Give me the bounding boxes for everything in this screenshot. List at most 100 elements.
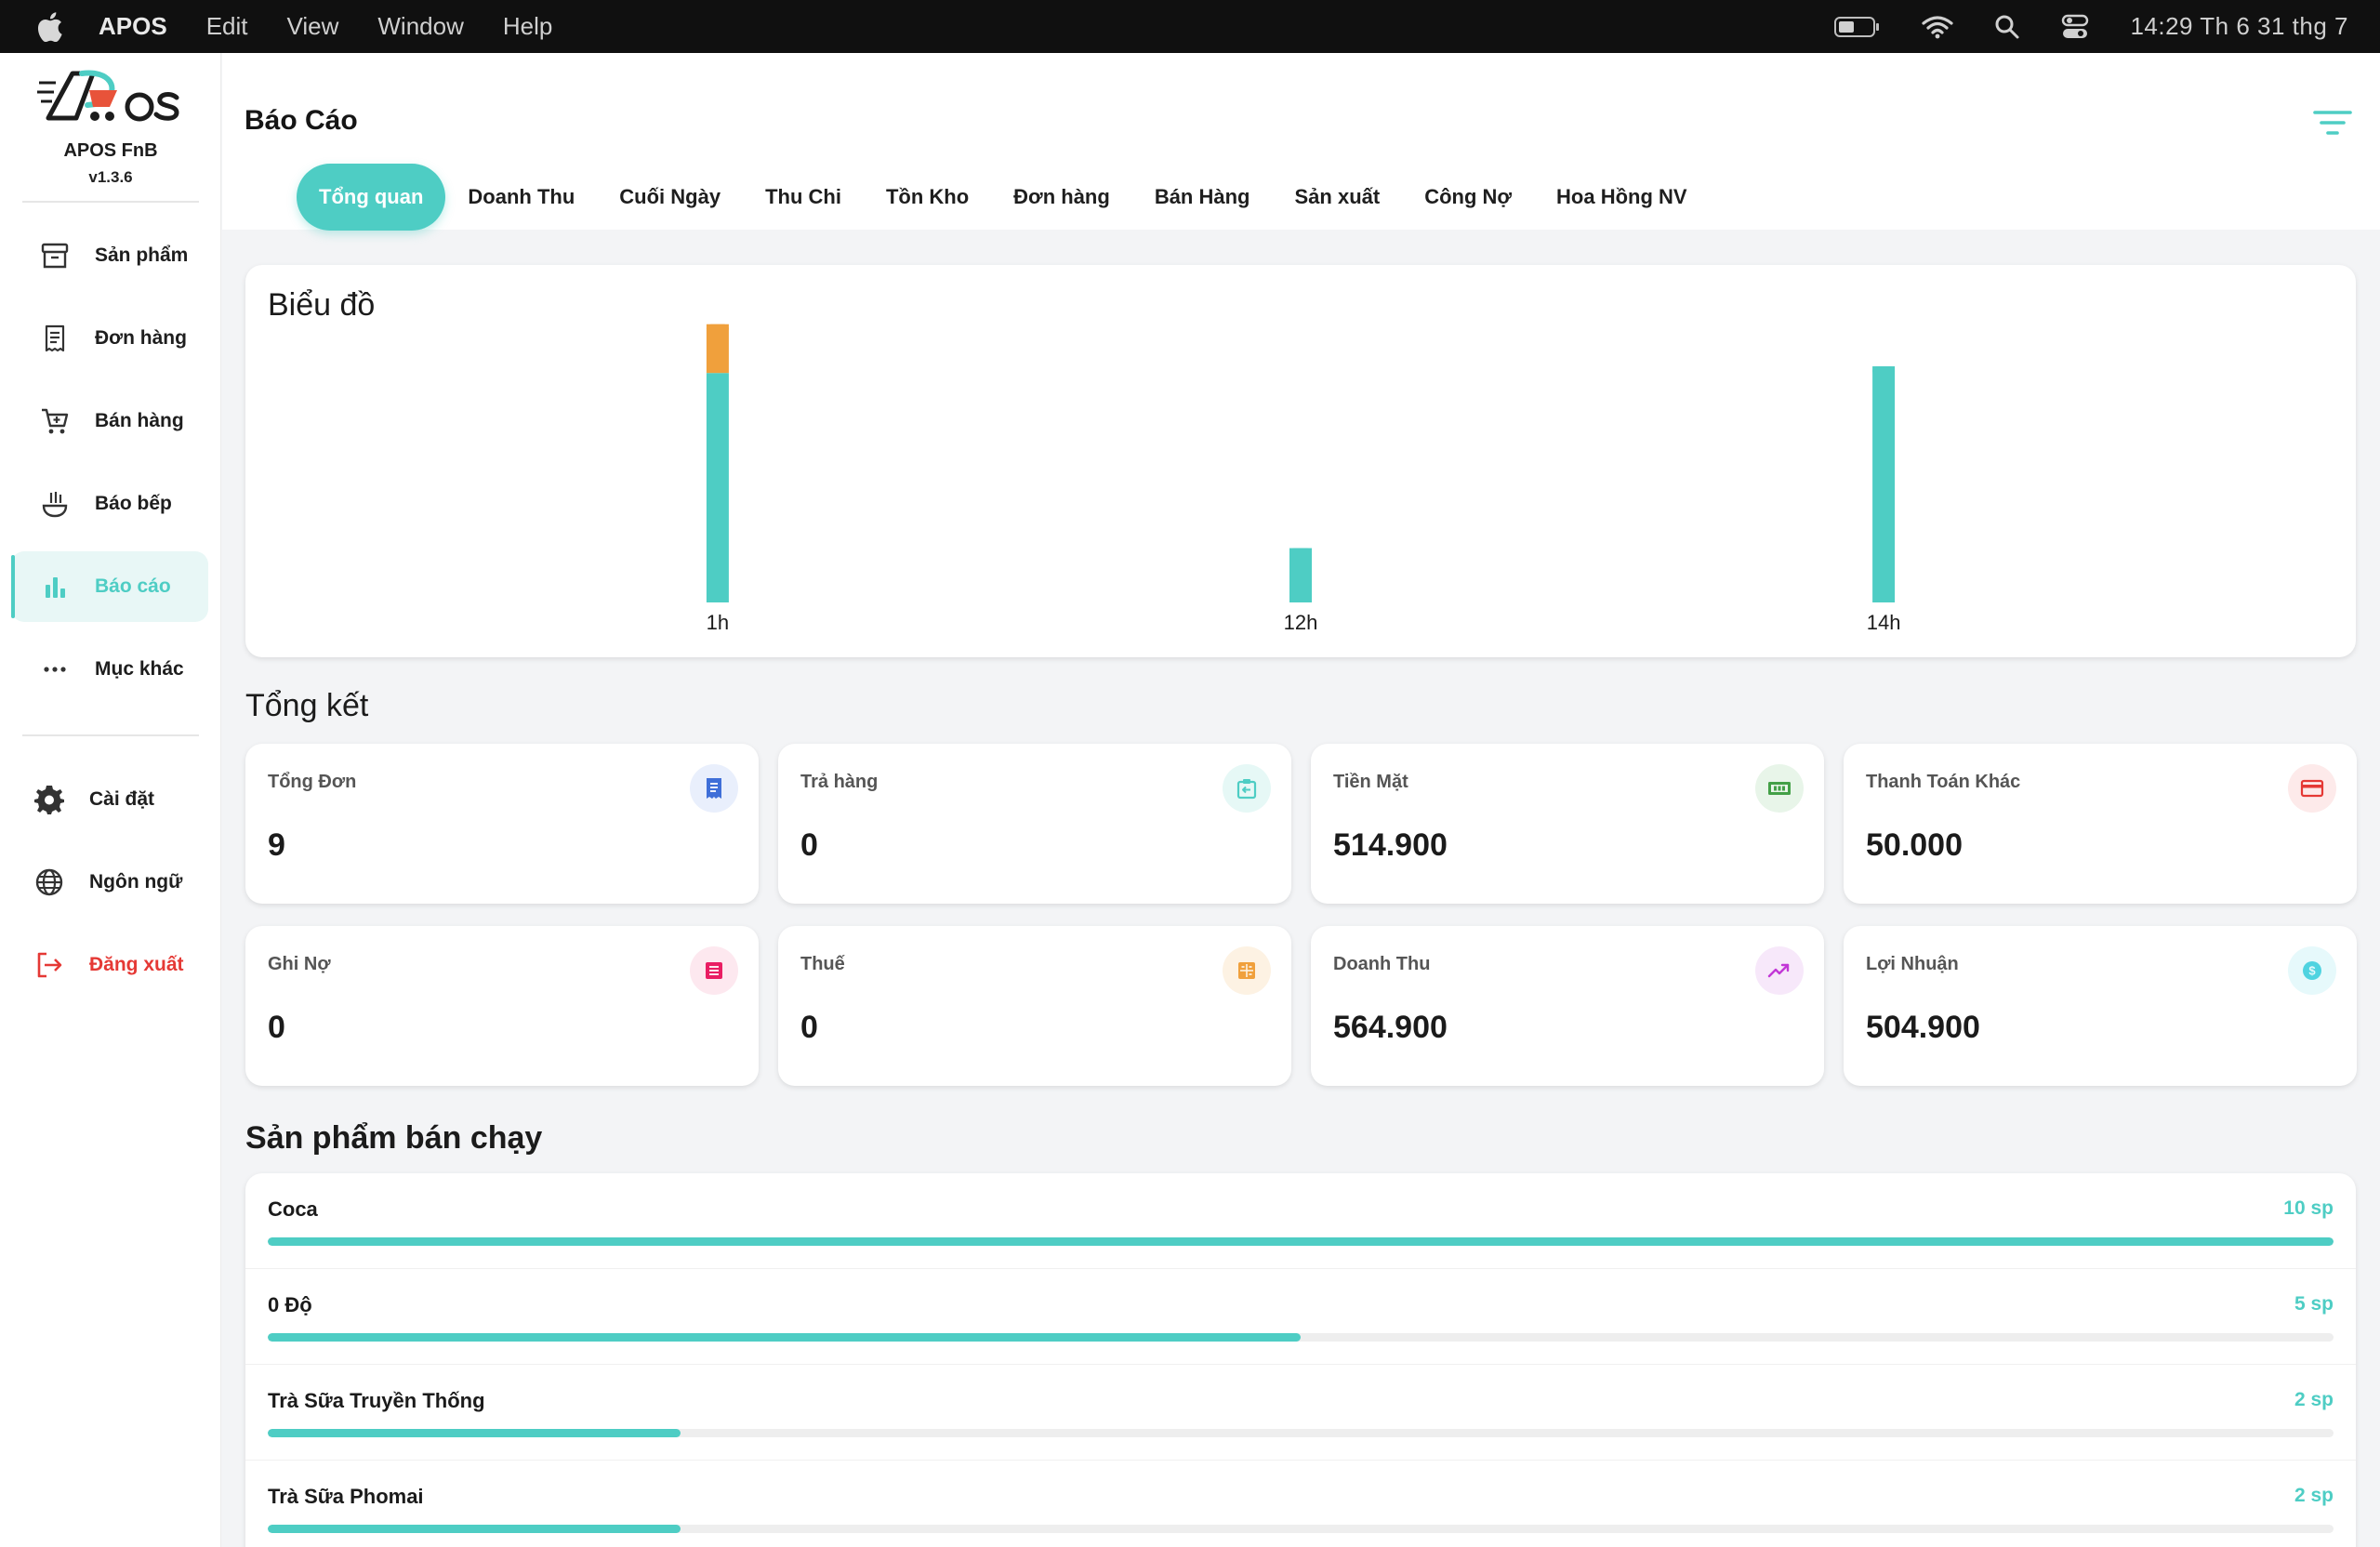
sidebar-item-products[interactable]: Sản phẩm bbox=[11, 220, 208, 291]
progress-track bbox=[268, 1429, 2334, 1437]
cash-icon bbox=[1755, 764, 1804, 813]
control-center-icon[interactable] bbox=[2061, 14, 2089, 40]
product-quantity: 2 sp bbox=[2294, 1485, 2334, 1506]
product-name: Coca bbox=[268, 1197, 318, 1221]
progress-fill bbox=[268, 1429, 681, 1437]
tab-inventory[interactable]: Tồn Kho bbox=[864, 164, 991, 231]
clock[interactable]: 14:29 Th 6 31 thg 7 bbox=[2130, 12, 2348, 41]
tax-icon bbox=[1223, 946, 1271, 995]
sidebar-item-label: Đăng xuất bbox=[89, 954, 184, 975]
x-tick-label: 12h bbox=[1284, 611, 1318, 634]
stat-card-profit[interactable]: Lợi Nhuận 504.900 $ bbox=[1844, 926, 2357, 1086]
sidebar-item-language[interactable]: Ngôn ngữ bbox=[11, 847, 208, 918]
stat-card-tax[interactable]: Thuế 0 bbox=[778, 926, 1291, 1086]
hourly-bar-chart: 1h 12h 14h bbox=[706, 324, 1900, 634]
stat-value: 504.900 bbox=[1866, 1010, 1980, 1045]
sidebar-item-label: Sản phẩm bbox=[95, 245, 189, 266]
list-item[interactable]: 0 Độ 5 sp bbox=[245, 1269, 2356, 1365]
product-name: 0 Độ bbox=[268, 1293, 312, 1316]
tab-sales[interactable]: Bán Hàng bbox=[1132, 164, 1273, 231]
app-version: v1.3.6 bbox=[88, 168, 133, 186]
system-menu-bar: APOS Edit View Window Help 14:29 Th 6 31… bbox=[0, 0, 2380, 53]
coin-icon: $ bbox=[2288, 946, 2336, 995]
best-sellers-title: Sản phẩm bán chạy bbox=[245, 1120, 543, 1156]
menu-view[interactable]: View bbox=[287, 12, 339, 41]
sidebar: APOS FnB v1.3.6 Sản phẩm Đơn hàng Bán hà… bbox=[0, 53, 221, 1547]
brand-name: APOS FnB bbox=[63, 140, 158, 161]
page-title: Báo Cáo bbox=[245, 105, 358, 136]
report-header: Báo Cáo Tổng quan Doanh Thu Cuối Ngày Th… bbox=[222, 53, 2380, 231]
spotlight-search-icon[interactable] bbox=[1994, 14, 2020, 40]
sidebar-divider bbox=[22, 201, 199, 203]
progress-fill bbox=[268, 1525, 681, 1533]
menu-edit[interactable]: Edit bbox=[206, 12, 248, 41]
chart-bar-1h-series-0[interactable] bbox=[706, 373, 729, 602]
filter-icon[interactable] bbox=[2313, 107, 2352, 139]
sidebar-item-settings[interactable]: Cài đặt bbox=[11, 764, 208, 835]
globe-icon bbox=[33, 866, 65, 898]
stat-value: 514.900 bbox=[1333, 827, 1448, 863]
chart-bar-cap-12h bbox=[1289, 548, 1312, 558]
more-icon bbox=[39, 654, 71, 685]
sidebar-item-reports[interactable]: Báo cáo bbox=[11, 551, 208, 622]
tab-production[interactable]: Sản xuất bbox=[1273, 164, 1403, 231]
summary-title: Tổng kết bbox=[245, 688, 369, 723]
stat-value: 0 bbox=[268, 1010, 285, 1045]
tab-commission[interactable]: Hoa Hồng NV bbox=[1534, 164, 1710, 231]
sidebar-item-label: Ngôn ngữ bbox=[89, 871, 183, 892]
receipt-icon bbox=[690, 764, 738, 813]
progress-fill bbox=[268, 1333, 1301, 1342]
bar-chart-icon bbox=[39, 571, 71, 602]
stat-card-total-orders[interactable]: Tổng Đơn 9 bbox=[245, 744, 759, 904]
product-quantity: 10 sp bbox=[2283, 1197, 2334, 1219]
stat-label: Trả hàng bbox=[800, 772, 879, 792]
tab-income-expense[interactable]: Thu Chi bbox=[743, 164, 864, 231]
stat-card-revenue[interactable]: Doanh Thu 564.900 bbox=[1311, 926, 1824, 1086]
stat-card-debt[interactable]: Ghi Nợ 0 bbox=[245, 926, 759, 1086]
cart-icon bbox=[39, 405, 71, 437]
wifi-icon[interactable] bbox=[1922, 15, 1954, 39]
list-item[interactable]: Coca 10 sp bbox=[245, 1173, 2356, 1269]
product-quantity: 5 sp bbox=[2294, 1293, 2334, 1315]
tab-overview[interactable]: Tổng quan bbox=[297, 164, 446, 231]
sidebar-item-orders[interactable]: Đơn hàng bbox=[11, 303, 208, 374]
stat-value: 0 bbox=[800, 1010, 818, 1045]
list-item[interactable]: Trà Sữa Truyền Thống 2 sp bbox=[245, 1365, 2356, 1461]
apple-logo-icon[interactable] bbox=[35, 11, 63, 42]
app-menu[interactable]: APOS bbox=[99, 12, 167, 41]
chart-bar-14h-series-0[interactable] bbox=[1872, 366, 1896, 602]
chart-bar-cap-1h bbox=[706, 324, 729, 334]
x-tick-label: 1h bbox=[707, 611, 729, 634]
gear-icon bbox=[33, 784, 65, 815]
tab-debts[interactable]: Công Nợ bbox=[1402, 164, 1534, 231]
product-name: Trà Sữa Phomai bbox=[268, 1485, 424, 1508]
archive-icon bbox=[39, 240, 71, 271]
progress-track bbox=[268, 1237, 2334, 1246]
sidebar-item-label: Báo bếp bbox=[95, 493, 172, 514]
sidebar-item-more[interactable]: Mục khác bbox=[11, 634, 208, 705]
sidebar-item-logout[interactable]: Đăng xuất bbox=[11, 930, 208, 1000]
battery-icon[interactable] bbox=[1834, 16, 1881, 38]
sidebar-item-label: Cài đặt bbox=[89, 788, 155, 810]
menu-help[interactable]: Help bbox=[503, 12, 552, 41]
sidebar-item-sales[interactable]: Bán hàng bbox=[11, 386, 208, 456]
stat-value: 50.000 bbox=[1866, 827, 1963, 863]
debt-note-icon bbox=[690, 946, 738, 995]
list-item[interactable]: Trà Sữa Phomai 2 sp bbox=[245, 1461, 2356, 1547]
product-name: Trà Sữa Truyền Thống bbox=[268, 1389, 485, 1412]
tab-end-of-day[interactable]: Cuối Ngày bbox=[597, 164, 743, 231]
menu-window[interactable]: Window bbox=[377, 12, 463, 41]
report-tabs: Tổng quan Doanh Thu Cuối Ngày Thu Chi Tồ… bbox=[297, 163, 1710, 231]
sidebar-item-label: Báo cáo bbox=[95, 575, 171, 597]
sidebar-item-label: Bán hàng bbox=[95, 410, 184, 431]
progress-track bbox=[268, 1333, 2334, 1342]
sidebar-item-kitchen[interactable]: Báo bếp bbox=[11, 469, 208, 539]
tab-revenue[interactable]: Doanh Thu bbox=[445, 164, 597, 231]
stat-card-cash[interactable]: Tiền Mặt 514.900 bbox=[1311, 744, 1824, 904]
stat-value: 0 bbox=[800, 827, 818, 863]
stat-card-returns[interactable]: Trả hàng 0 bbox=[778, 744, 1291, 904]
product-quantity: 2 sp bbox=[2294, 1389, 2334, 1410]
tab-orders[interactable]: Đơn hàng bbox=[991, 164, 1132, 231]
stat-label: Lợi Nhuận bbox=[1866, 954, 1959, 974]
stat-card-other-payments[interactable]: Thanh Toán Khác 50.000 bbox=[1844, 744, 2357, 904]
